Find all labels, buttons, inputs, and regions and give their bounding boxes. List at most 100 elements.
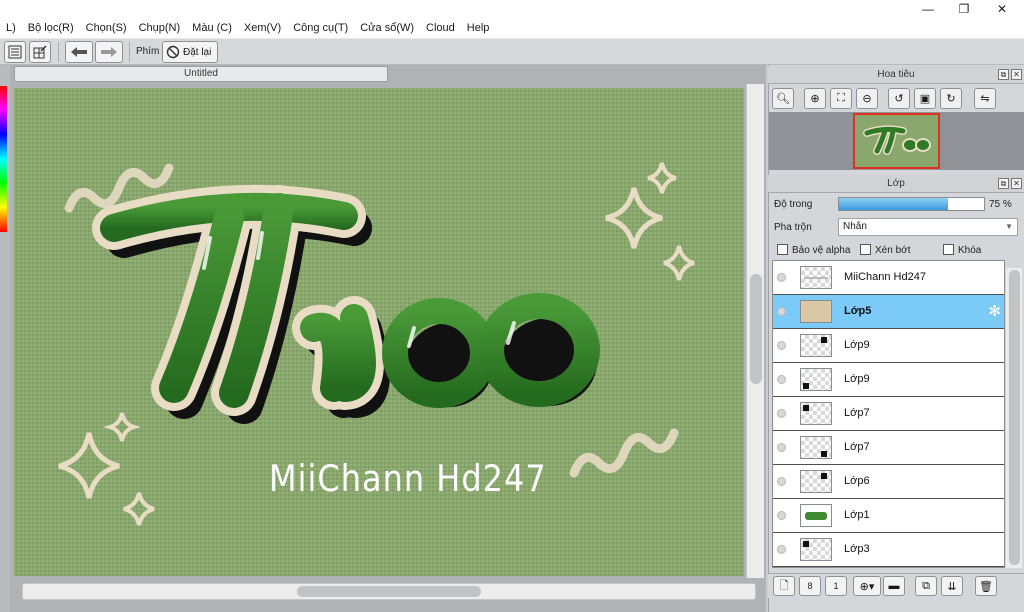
opacity-slider-fill [839,198,948,210]
undo-button[interactable] [65,41,93,63]
visibility-toggle-icon[interactable] [777,273,786,282]
layer-name: Lớp1 [844,509,870,521]
panel-toggle-button[interactable] [4,41,26,63]
document-tab[interactable]: Untitled [14,66,388,82]
fit-screen-icon: ⛶ [837,92,845,104]
layer-row[interactable]: Lớp7 [773,397,1004,431]
float-panel-icon[interactable]: ⧉ [998,178,1009,189]
menu-item-cloud[interactable]: Cloud [420,18,461,38]
protect-alpha-label: Bảo vệ alpha [792,245,851,256]
visibility-toggle-icon[interactable] [777,341,786,350]
zoom-in-button[interactable]: ⊕ [804,88,826,109]
menu-item-tools[interactable]: Công cụ(T) [287,18,354,38]
clipping-checkbox[interactable] [860,244,871,255]
menu-item-select[interactable]: Chọn(S) [80,18,133,38]
menu-item-layer[interactable]: L) [0,18,22,38]
layer-row[interactable]: MiiChann Hd247 [773,261,1004,295]
color-spectrum[interactable] [0,86,7,232]
duplicate-layer-button[interactable]: ⧉ [915,576,937,596]
layer-list-scroll-thumb[interactable] [1009,270,1020,565]
toolbar-separator [129,42,130,62]
layer-list-scrollbar[interactable] [1006,268,1022,568]
visibility-toggle-icon[interactable] [777,409,786,418]
float-panel-icon[interactable]: ⧉ [998,69,1009,80]
add-layer-icon: ⊕▾ [859,580,875,593]
clipping-label: Xén bớt [875,245,911,256]
blend-mode-label: Pha trộn [774,222,812,233]
horizontal-scrollbar[interactable] [22,583,756,600]
close-panel-icon[interactable]: ✕ [1011,178,1022,189]
navigator-header: Hoa tiêu ⧉ ✕ [768,66,1024,84]
minimize-icon: — [922,2,934,16]
menu-item-capture[interactable]: Chụp(N) [133,18,187,38]
layer-row[interactable]: Lớp5 ✻ [773,295,1004,329]
actual-size-button[interactable]: ▣ [914,88,936,109]
title-bar: — ❐ ✕ [0,0,1024,18]
layer-thumbnail [800,266,832,289]
zoom-fit-button[interactable]: 🔍︎ [772,88,794,109]
zoom-out-button[interactable]: ⊖ [856,88,878,109]
layer-settings-gear-icon[interactable]: ✻ [988,304,1001,319]
grid-edit-button[interactable] [29,41,51,63]
menu-item-color[interactable]: Màu (C) [186,18,238,38]
menu-item-help[interactable]: Help [461,18,496,38]
flip-button[interactable]: ⇋ [974,88,996,109]
zoom-icon: 🔍︎ [776,93,790,105]
new-layer-button[interactable]: 🗋 [773,576,795,596]
actual-size-icon: ▣ [919,93,931,105]
toolbar: Phím Đặt lại [0,38,1024,65]
visibility-toggle-icon[interactable] [777,307,786,316]
opacity-slider[interactable] [838,197,985,211]
layer-thumbnail [800,402,832,425]
reset-button[interactable]: Đặt lại [162,41,218,63]
close-button[interactable]: ✕ [984,0,1020,18]
horizontal-scroll-thumb[interactable] [297,586,481,597]
menu-item-window[interactable]: Cửa sổ(W) [354,18,420,38]
menu-item-view[interactable]: Xem(V) [238,18,287,38]
navigator-thumbnail-art [855,115,938,167]
visibility-toggle-icon[interactable] [777,477,786,486]
lock-checkbox[interactable] [943,244,954,255]
new-8bit-layer-button[interactable]: 8 [799,576,821,596]
minimize-button[interactable]: — [910,0,946,18]
layer-row[interactable]: Lớp1 [773,499,1004,533]
lock-label: Khóa [958,245,982,256]
protect-alpha-checkbox[interactable] [777,244,788,255]
new-1bit-layer-button[interactable]: 1 [825,576,847,596]
vertical-scroll-thumb[interactable] [750,274,762,384]
fit-screen-button[interactable]: ⛶ [830,88,852,109]
layer-name: Lớp3 [844,543,870,555]
rotate-left-button[interactable]: ↺ [888,88,910,109]
layer-thumbnail [800,300,832,323]
maximize-button[interactable]: ❐ [946,0,982,18]
close-icon: ✕ [996,2,1008,16]
delete-layer-button[interactable]: 🗑 [975,576,997,596]
layer-row[interactable]: Lớp6 [773,465,1004,499]
visibility-toggle-icon[interactable] [777,511,786,520]
reset-label: Đặt lại [183,46,212,58]
merge-layer-button[interactable]: ⇊ [941,576,963,596]
close-panel-icon[interactable]: ✕ [1011,69,1022,80]
layer-name: Lớp6 [844,475,870,487]
new-folder-button[interactable]: ▬ [883,576,905,596]
layer-thumbnail [800,504,832,527]
visibility-toggle-icon[interactable] [777,545,786,554]
rotate-right-button[interactable]: ↻ [940,88,962,109]
layer-row[interactable]: Lớp7 [773,431,1004,465]
redo-button[interactable] [95,41,123,63]
menu-item-filter[interactable]: Bộ lọc(R) [22,18,80,38]
add-layer-menu-button[interactable]: ⊕▾ [853,576,881,596]
shortcut-label: Phím [136,46,160,57]
canvas[interactable]: MiiChann Hd247 [14,88,744,576]
vertical-scrollbar[interactable] [746,84,764,578]
navigator-thumbnail[interactable] [853,113,940,169]
layer-row[interactable]: Lớp9 [773,329,1004,363]
visibility-toggle-icon[interactable] [777,375,786,384]
panel-list-icon [8,45,22,59]
layer-row[interactable]: Lớp9 [773,363,1004,397]
layer-name: Lớp9 [844,373,870,385]
blend-mode-select[interactable]: Nhân ▼ [838,218,1018,236]
visibility-toggle-icon[interactable] [777,443,786,452]
layer-row[interactable]: Lớp3 [773,533,1004,567]
restore-icon: ❐ [958,2,970,16]
